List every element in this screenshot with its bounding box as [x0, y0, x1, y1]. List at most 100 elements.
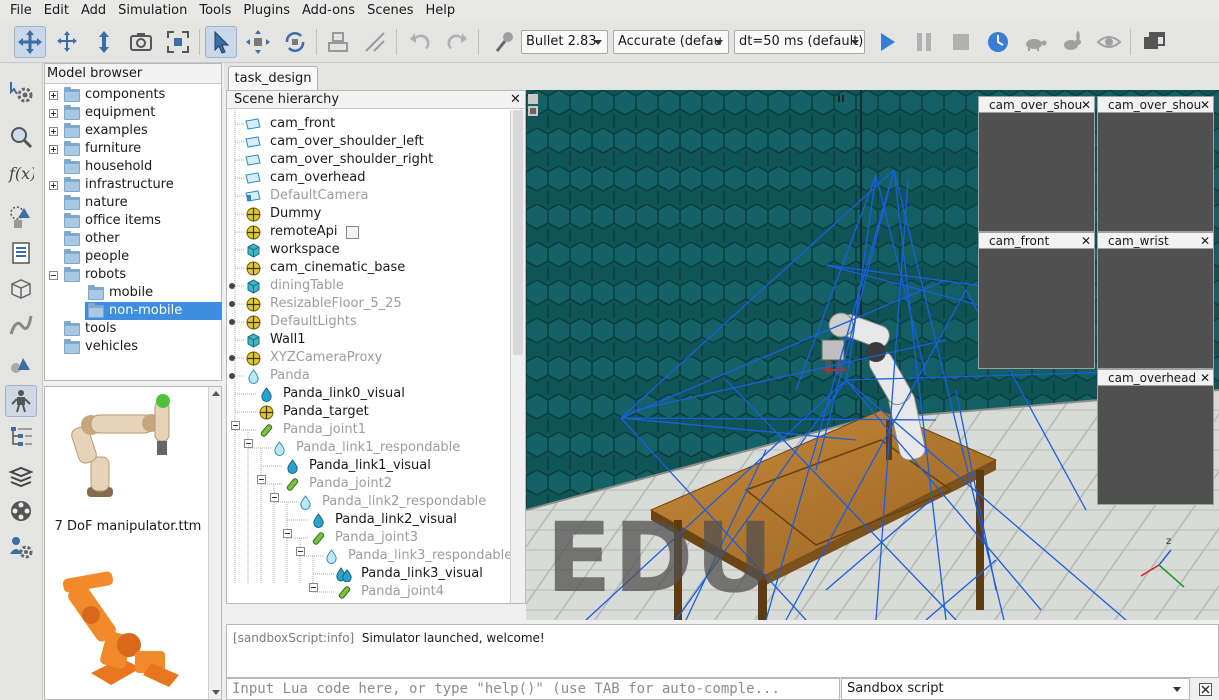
thumbnail-industrial-robot[interactable] [51, 563, 201, 699]
menu-help[interactable]: Help [419, 0, 461, 21]
transfer-dna-button[interactable] [359, 26, 391, 58]
scene-object-dummy[interactable]: Dummy [245, 205, 321, 223]
expand-icon[interactable] [49, 180, 58, 190]
floating-view-cam-overhead[interactable]: cam_overhead ✕ [1097, 369, 1214, 505]
model-folder-components[interactable]: components [49, 86, 165, 104]
page-selector-button[interactable] [1138, 26, 1170, 58]
lua-command-input[interactable]: Input Lua code here, or type "help()" (u… [226, 678, 840, 700]
scripts-button[interactable]: f(x) [5, 157, 37, 189]
floating-view-cam-over-shoulder-left[interactable]: cam_over_shou ✕ [978, 96, 1095, 232]
model-folder-tools[interactable]: tools [64, 320, 116, 338]
scene-object-resizablefloor[interactable]: ResizableFloor_5_25 [245, 295, 402, 313]
scroll-down-icon[interactable] [212, 690, 220, 695]
collapse-icon[interactable] [283, 529, 292, 538]
model-folder-furniture[interactable]: furniture [49, 140, 141, 158]
thumbnail-7dof-manipulator[interactable]: 7 DoF manipulator.ttm [51, 387, 201, 537]
scene-object-panda-joint3[interactable]: Panda_joint3 [310, 529, 418, 547]
script-selector[interactable]: Sandbox script [841, 678, 1190, 700]
scene-object-cam-front[interactable]: cam_front [245, 115, 335, 133]
realtime-button[interactable] [982, 26, 1014, 58]
collapse-icon[interactable] [49, 270, 58, 280]
calculation-modules-button[interactable] [5, 121, 37, 153]
fit-to-view-button[interactable] [162, 26, 194, 58]
scene-object-cam-overhead[interactable]: cam_overhead [245, 169, 366, 187]
pause-simulation-button[interactable] [908, 26, 940, 58]
expand-icon[interactable] [49, 126, 58, 136]
scene-object-panda-link0-visual[interactable]: Panda_link0_visual [258, 385, 405, 403]
scene-object-panda-link3-visual[interactable]: Panda_link3_visual [336, 565, 483, 583]
assemble-button[interactable] [322, 26, 354, 58]
start-simulation-button[interactable] [871, 26, 903, 58]
floating-view-cam-over-shoulder-right[interactable]: cam_over_shou ✕ [1097, 96, 1214, 232]
scene-object-wall1[interactable]: Wall1 [245, 331, 305, 349]
scene-object-xyzcameraproxy[interactable]: XYZCameraProxy [245, 349, 382, 367]
scene-object-diningtable[interactable]: diningTable [245, 277, 344, 295]
model-folder-equipment[interactable]: equipment [49, 104, 155, 122]
slow-down-button[interactable] [1019, 26, 1051, 58]
camera-pan-button[interactable] [14, 26, 46, 58]
visualization-toggle-button[interactable] [1093, 26, 1125, 58]
menu-addons[interactable]: Add-ons [296, 0, 361, 21]
scene-object-panda-target[interactable]: Panda_target [258, 403, 369, 421]
object-shift-button[interactable] [242, 26, 274, 58]
collapse-icon[interactable] [244, 439, 253, 448]
menu-plugins[interactable]: Plugins [237, 0, 296, 21]
video-recorder-button[interactable] [5, 495, 37, 527]
simulation-settings-button[interactable] [5, 75, 37, 107]
selection-button[interactable] [5, 349, 37, 381]
model-folder-mobile[interactable]: mobile [88, 284, 153, 302]
scene-object-workspace[interactable]: workspace [245, 241, 340, 259]
scene-viewport[interactable]: EDU z cam_over_shou ✕ cam_over_shou ✕ cam_… [526, 90, 1219, 620]
scene-hierarchy-scrollbar[interactable] [510, 110, 525, 603]
menu-file[interactable]: File [4, 0, 38, 21]
model-folder-nature[interactable]: nature [64, 194, 128, 212]
close-icon[interactable]: ✕ [1200, 97, 1210, 112]
menu-add[interactable]: Add [75, 0, 112, 21]
close-icon[interactable]: ✕ [1081, 233, 1091, 248]
layers-button[interactable] [5, 461, 37, 493]
scene-object-cam-over-shoulder-left[interactable]: cam_over_shoulder_left [245, 133, 424, 151]
tab-task-design[interactable]: task_design [228, 66, 318, 91]
scroll-up-icon[interactable] [212, 391, 220, 396]
scene-objects-button[interactable] [5, 237, 37, 269]
object-rotate-button[interactable] [279, 26, 311, 58]
scene-object-panda-link2-respondable[interactable]: Panda_link2_respondable [297, 493, 486, 511]
model-folder-infrastructure[interactable]: infrastructure [49, 176, 174, 194]
menu-tools[interactable]: Tools [193, 0, 237, 21]
scene-object-panda-link1-visual[interactable]: Panda_link1_visual [284, 457, 431, 475]
collapse-icon[interactable] [231, 421, 240, 430]
collapse-icon[interactable] [309, 583, 318, 592]
timestep-select[interactable]: dt=50 ms (default) [734, 30, 865, 54]
scene-object-panda-link1-respondable[interactable]: Panda_link1_respondable [271, 439, 460, 457]
scene-object-remoteapi[interactable]: remoteApi [245, 223, 359, 241]
model-folder-other[interactable]: other [64, 230, 120, 248]
undo-button[interactable] [404, 26, 436, 58]
script-icon[interactable] [345, 225, 359, 239]
model-folder-people[interactable]: people [64, 248, 129, 266]
floating-view-cam-front[interactable]: cam_front ✕ [978, 232, 1095, 369]
scene-object-panda-link2-visual[interactable]: Panda_link2_visual [310, 511, 457, 529]
scene-object-panda-link3-respondable[interactable]: Panda_link3_respondable [323, 547, 511, 565]
scene-hierarchy-toggle-button[interactable] [5, 421, 37, 453]
camera-shift-button[interactable] [88, 26, 120, 58]
speed-up-button[interactable] [1056, 26, 1088, 58]
shape-edit-button[interactable] [5, 201, 37, 233]
redo-button[interactable] [441, 26, 473, 58]
physics-engine-select[interactable]: Bullet 2.83 [521, 30, 608, 54]
clear-console-button[interactable] [1192, 678, 1219, 700]
scene-object-panda-joint4[interactable]: Panda_joint4 [336, 583, 444, 601]
scene-object-cam-over-shoulder-right[interactable]: cam_over_shoulder_right [245, 151, 433, 169]
close-icon[interactable]: ✕ [1081, 97, 1091, 112]
model-folder-robots[interactable]: robots [49, 266, 126, 284]
thumbnails-scrollbar[interactable] [208, 387, 221, 699]
camera-angle-button[interactable] [125, 26, 157, 58]
close-icon[interactable]: ✕ [1200, 233, 1210, 248]
camera-rotate-button[interactable] [51, 26, 83, 58]
model-browser-toggle-button[interactable] [5, 385, 37, 417]
menu-simulation[interactable]: Simulation [112, 0, 193, 21]
model-folder-office-items[interactable]: office items [64, 212, 161, 230]
user-settings-button[interactable] [5, 531, 37, 563]
dynamics-toggle-button[interactable] [488, 26, 520, 58]
collapse-icon[interactable] [257, 475, 266, 484]
expand-icon[interactable] [49, 108, 58, 118]
